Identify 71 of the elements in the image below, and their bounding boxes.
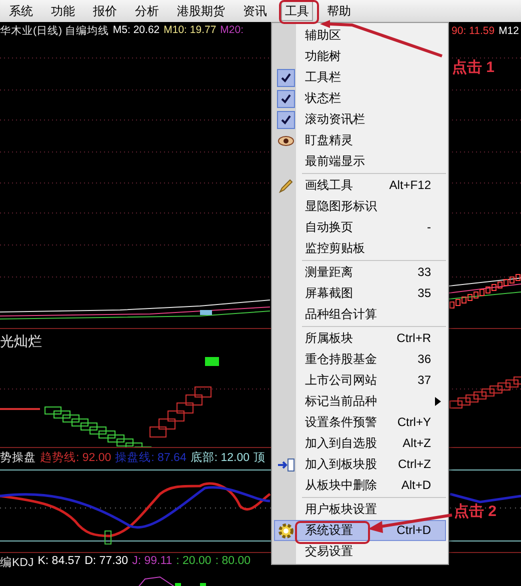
legend-label: 趋势线: 92.00 [40, 450, 112, 464]
menu-item[interactable]: 测量距离 33 [274, 262, 446, 283]
menu-item[interactable]: 上市公司网站 37 [274, 370, 446, 391]
menu-item[interactable]: 屏幕截图 35 [274, 283, 446, 304]
signal-bar [200, 583, 206, 586]
signal-bar [175, 583, 181, 586]
trend-box [158, 418, 176, 430]
menu-bar-item[interactable]: 工具 [281, 1, 313, 21]
legend-label: 华木业(日线) 自编均线 [0, 24, 109, 38]
annotation-label: 点击 1 [452, 58, 495, 77]
candlestick [200, 310, 212, 315]
menu-item[interactable]: 监控剪贴板 [274, 238, 446, 259]
legend-label: : 80.00 [215, 554, 250, 568]
menu-item[interactable]: 加入到板块股 Ctrl+Z [274, 454, 446, 475]
trend-line [0, 408, 40, 410]
legend-label: M20: [220, 24, 244, 38]
legend-label: 编KDJ [0, 556, 34, 570]
menu-item[interactable]: 交易设置 [274, 541, 446, 562]
menu-item[interactable]: 重仓持股基金 36 [274, 349, 446, 370]
menu-bar-item[interactable]: 帮助 [323, 1, 355, 21]
menu-bar-item[interactable]: 功能 [47, 1, 79, 21]
menu-item[interactable]: 画线工具 Alt+F12 [274, 175, 446, 196]
menu-item[interactable]: 所属板块 Ctrl+R [274, 328, 446, 349]
trend-box [194, 386, 212, 398]
legend-label: D: 77.30 [84, 554, 128, 568]
legend-label: 顶 [254, 450, 266, 464]
legend-label: M5: 20.62 [112, 24, 160, 38]
highlight-outline [279, 0, 319, 24]
eye-icon [278, 136, 294, 146]
legend-label: K: 84.57 [38, 554, 81, 568]
menu-item[interactable]: 状态栏 [274, 88, 446, 109]
menu-bar-item[interactable]: 资讯 [239, 1, 271, 21]
trend-box [168, 410, 184, 422]
signal-box [104, 530, 112, 544]
menu-item[interactable]: 品种组合计算 [274, 304, 446, 325]
legend-label: M10: 19.77 [164, 24, 216, 38]
legend-label: : 20.00 [176, 554, 212, 568]
submenu-arrow-icon [435, 397, 441, 406]
menu-item[interactable]: 盯盘精灵 [274, 130, 446, 151]
trend-box [150, 426, 166, 438]
menu-bar-item[interactable]: 港股期货 [173, 1, 229, 21]
menu-bar-item[interactable]: 分析 [131, 1, 163, 21]
menu-item[interactable]: 显隐图形标识 [274, 196, 446, 217]
legend-label: 90: 11.59 [452, 25, 495, 37]
menu-bar-item[interactable]: 系统 [5, 1, 37, 21]
menu-item[interactable]: 滚动资讯栏 [274, 109, 446, 130]
menu-item[interactable]: 辅助区 [274, 25, 446, 46]
menu-item[interactable]: 从板块中删除 Alt+D [274, 475, 446, 496]
menu-item[interactable]: 工具栏 [274, 67, 446, 88]
legend-label: 势操盘 [0, 450, 36, 464]
signal-marker [205, 357, 219, 366]
legend-label: M12 [498, 25, 519, 37]
trend-box [186, 394, 202, 406]
legend-label: J: 99.11 [132, 554, 172, 568]
trend-box [176, 402, 194, 414]
menu-item[interactable]: 标记当前品种 [274, 391, 446, 412]
menu-item[interactable]: 功能树 [274, 46, 446, 67]
panel-title: 光灿烂 [0, 333, 42, 351]
menu-item[interactable]: 自动换页 - [274, 217, 446, 238]
menu-item[interactable]: 最前端显示 [274, 151, 446, 172]
legend-label: 操盘线: 87.64 [115, 450, 186, 464]
pencil-icon [279, 178, 293, 192]
gear-icon [277, 522, 295, 540]
menu-bar-item[interactable]: 报价 [89, 1, 121, 21]
menu-item[interactable]: 用户板块设置 [274, 499, 446, 520]
arrow-into-list-icon [277, 458, 295, 472]
legend-label: 底部: 12.00 [190, 450, 250, 464]
menu-item[interactable]: 设置条件预警 Ctrl+Y [274, 412, 446, 433]
annotation-label: 点击 2 [454, 502, 497, 521]
trading-line [450, 492, 521, 504]
menu-item[interactable]: 加入到自选股 Alt+Z [274, 433, 446, 454]
